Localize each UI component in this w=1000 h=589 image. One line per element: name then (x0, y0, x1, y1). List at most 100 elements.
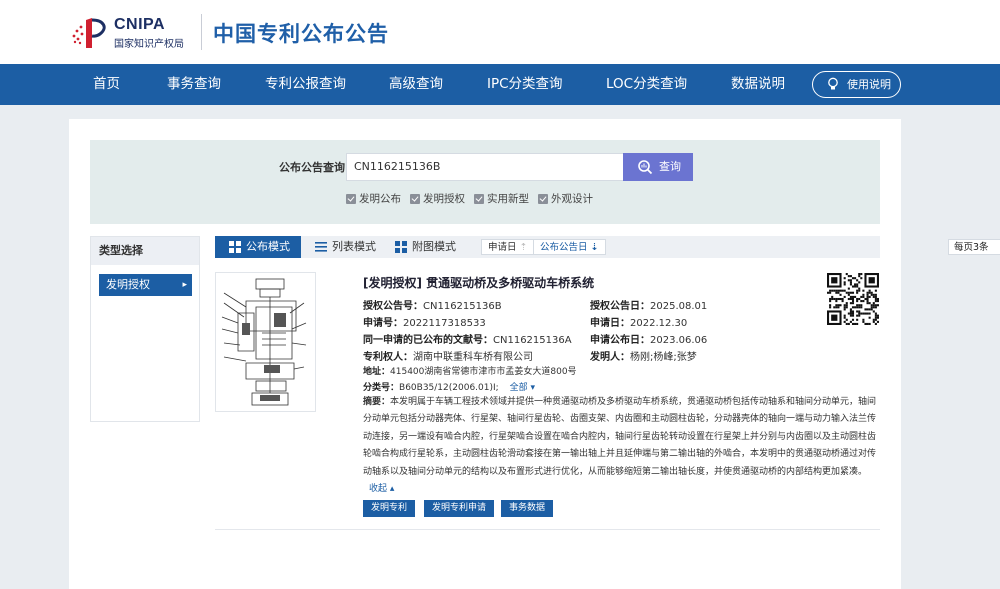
checkbox-checked-icon (346, 194, 356, 204)
logo-text-en: CNIPA (114, 16, 166, 33)
abstract-line: 摘要：本发明属于车辆工程技术领域并提供一种贯通驱动桥及多桥驱动车桥系统，贯通驱动… (363, 394, 881, 411)
sort-by-pub-date[interactable]: 公布公告日 ⇣ (533, 239, 606, 255)
result-title[interactable]: [发明授权] 贯通驱动桥及多桥驱动车桥系统 (363, 274, 594, 291)
checkbox-checked-icon (538, 194, 548, 204)
grant-date-field: 授权公告日：2025.08.01 (590, 297, 707, 312)
search-button[interactable]: 查询 (623, 153, 693, 181)
nav-item-advanced[interactable]: 高级查询 (389, 64, 443, 105)
checkbox-label: 发明公布 (359, 193, 401, 205)
qr-code-icon (827, 273, 879, 325)
checkbox-label: 发明授权 (423, 193, 465, 205)
checkbox-label: 外观设计 (551, 193, 593, 205)
result-toolbar: 公布模式 列表模式 附图模式 申请日 ⇡ 公布公告日 ⇣ 每页3条 ▼ (215, 236, 1000, 258)
checkbox-invention-grant[interactable]: 发明授权 (410, 193, 465, 207)
abstract-line: 分动单元包括分动器壳体、行星架、轴间行星齿轮、齿圈支架、内齿圈和主动圆柱齿轮，分… (363, 414, 877, 425)
affairs-data-button[interactable]: 事务数据 (501, 500, 554, 517)
nav-item-ipc[interactable]: IPC分类查询 (487, 64, 563, 105)
cnipa-logo-icon (72, 18, 106, 48)
arrow-up-icon: ⇡ (519, 242, 528, 253)
search-input[interactable]: CN116215136B (346, 153, 624, 181)
tab-label: 列表模式 (332, 240, 376, 253)
address-field: 地址：415400湖南省常德市津市市孟姜女大道800号 (363, 364, 577, 377)
cnipa-logo[interactable]: CNIPA 国家知识产权局 (70, 12, 200, 52)
per-page-select[interactable]: 每页3条 ▼ (948, 239, 1000, 255)
tiles-icon (395, 241, 407, 253)
header-divider (201, 14, 202, 50)
field-label: 分类号： (363, 383, 400, 393)
result-divider (215, 529, 880, 530)
sort-label: 公布公告日 (540, 242, 588, 253)
abstract-line: 动轴系以及轴间分动单元的结构以及布置形式进行优化，从而能够缩短第二输出轴长度，并… (363, 466, 868, 477)
nav-item-home[interactable]: 首页 (93, 64, 120, 105)
grant-number-field: 授权公告号：CN116215136B (363, 297, 502, 312)
nav-item-gazette[interactable]: 专利公报查询 (265, 64, 346, 105)
abstract-line: 轮啮合构成行星轮系，主动圆柱齿轮滑动套接在第一输出轴上并且延伸端与第二输出轴的外… (363, 449, 877, 460)
abstract: 摘要：本发明属于车辆工程技术领域并提供一种贯通驱动桥及多桥驱动车桥系统，贯通驱动… (363, 394, 881, 498)
search-button-label: 查询 (659, 160, 681, 173)
nav-item-loc[interactable]: LOC分类查询 (606, 64, 687, 105)
abstract-line: 动连接，另一端设有啮合内腔，行星架啮合设置在啮合内腔内，轴间行星齿轮转动设置在行… (363, 431, 877, 442)
drawing-image (221, 278, 307, 406)
classification-field: 分类号：B60B35/12(2006.01)I; 全部 ▾ (363, 380, 535, 393)
checkbox-invention-pub[interactable]: 发明公布 (346, 193, 401, 207)
site-header: CNIPA 国家知识产权局 中国专利公布公告 (0, 0, 1000, 64)
tab-publish-mode[interactable]: 公布模式 (215, 236, 301, 258)
list-icon (315, 242, 327, 252)
checkbox-checked-icon (474, 194, 484, 204)
field-label: 授权公告日： (590, 301, 650, 312)
collapse-link[interactable]: 收起 ▴ (363, 481, 881, 498)
inventor: 杨刚;杨峰;张梦 (630, 352, 697, 363)
checkbox-utility-model[interactable]: 实用新型 (474, 193, 529, 207)
caret-up-icon: ▴ (389, 484, 395, 495)
classification-number: B60B35/12(2006.01)I; (399, 383, 499, 393)
help-button-label: 使用说明 (847, 78, 891, 91)
publication-date-field: 申请公布日：2023.06.06 (590, 331, 707, 346)
invention-application-button[interactable]: 发明专利申请 (424, 500, 495, 517)
main-nav: 首页 事务查询 专利公报查询 高级查询 IPC分类查询 LOC分类查询 数据说明… (0, 64, 1000, 105)
nav-item-data-desc[interactable]: 数据说明 (731, 64, 785, 105)
same-application-field: 同一申请的已公布的文献号：CN116215136A (363, 331, 572, 346)
abstract-text: 本发明属于车辆工程技术领域并提供一种贯通驱动桥及多桥驱动车桥系统，贯通驱动桥包括… (390, 397, 877, 407)
application-number: 2022117318533 (403, 318, 486, 329)
patent-holder-field: 专利权人：湖南中联重科车桥有限公司 (363, 348, 533, 363)
field-label: 同一申请的已公布的文献号： (363, 335, 493, 346)
inventor-field: 发明人：杨刚;杨峰;张梦 (590, 348, 697, 363)
field-label: 专利权人： (363, 352, 413, 363)
checkbox-design[interactable]: 外观设计 (538, 193, 593, 207)
tab-list-mode[interactable]: 列表模式 (301, 236, 381, 258)
field-label: 地址： (363, 367, 391, 377)
lightbulb-icon (828, 77, 838, 90)
collapse-label: 收起 (369, 484, 388, 495)
invention-patent-button[interactable]: 发明专利 (363, 500, 416, 517)
tab-figure-mode[interactable]: 附图模式 (381, 236, 467, 258)
caret-down-icon: ▾ (530, 383, 535, 393)
field-label: 申请公布日： (590, 335, 650, 346)
nav-item-affairs[interactable]: 事务查询 (167, 64, 221, 105)
show-all-label: 全部 (509, 383, 528, 393)
field-label: 申请号： (363, 318, 403, 329)
grant-number: CN116215136B (423, 301, 502, 312)
search-icon (638, 160, 653, 175)
per-page-value: 每页3条 (954, 242, 989, 253)
sort-label: 申请日 (488, 242, 517, 253)
logo-text-zh: 国家知识产权局 (114, 39, 184, 50)
chevron-right-icon: ▸ (182, 280, 187, 290)
field-label: 发明人： (590, 352, 630, 363)
checkbox-checked-icon (410, 194, 420, 204)
tab-label: 附图模式 (412, 240, 456, 253)
sort-by-apply-date[interactable]: 申请日 ⇡ (481, 239, 535, 255)
site-title[interactable]: 中国专利公布公告 (213, 18, 389, 48)
sidebar-item-label: 发明授权 (106, 278, 150, 291)
main-panel: 公布公告查询 CN116215136B 查询 发明公布 发明授权 实用新型 外观… (69, 119, 1000, 589)
patent-drawing-thumbnail[interactable] (215, 272, 316, 412)
sidebar-item-invention-grant[interactable]: 发明授权 ▸ (99, 274, 192, 296)
application-number-field: 申请号：2022117318533 (363, 314, 486, 329)
search-label: 公布公告查询 (279, 161, 345, 174)
grant-date: 2025.08.01 (650, 301, 708, 312)
patent-holder: 湖南中联重科车桥有限公司 (413, 352, 533, 363)
help-button[interactable]: 使用说明 (812, 71, 901, 98)
type-sidebar-title: 类型选择 (91, 237, 199, 265)
application-date: 2022.12.30 (630, 318, 688, 329)
show-all-link[interactable]: 全部 ▾ (510, 383, 535, 393)
same-application-doc: CN116215136A (493, 335, 572, 346)
